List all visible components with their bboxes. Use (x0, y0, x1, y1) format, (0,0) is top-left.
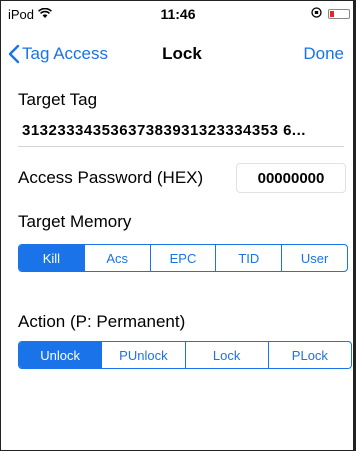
segment-user[interactable]: User (281, 245, 347, 271)
segment-lock[interactable]: Lock (184, 342, 268, 368)
password-label: Access Password (HEX) (18, 168, 204, 187)
target-tag-label: Target Tag (18, 90, 98, 109)
target-tag-value: 31323334353637383931323334353 6... (22, 122, 306, 139)
action-segmented-control: Unlock PUnlock Lock PLock (18, 341, 352, 369)
orientation-lock-icon (311, 6, 322, 21)
done-button[interactable]: Done (303, 44, 344, 64)
status-bar: iPod 11:46 (8, 4, 350, 24)
divider (18, 146, 344, 147)
segment-unlock[interactable]: Unlock (19, 342, 102, 368)
memory-label: Target Memory (18, 212, 132, 231)
memory-segmented-control: Kill Acs EPC TID User (18, 244, 348, 272)
clock: 11:46 (160, 6, 196, 22)
action-label: Action (P: Permanent) (18, 312, 186, 331)
segment-kill[interactable]: Kill (19, 245, 84, 271)
segment-plock[interactable]: PLock (267, 342, 351, 368)
segment-tid[interactable]: TID (215, 245, 281, 271)
segment-epc[interactable]: EPC (149, 245, 216, 271)
segment-punlock[interactable]: PUnlock (101, 342, 184, 368)
navigation-bar: Tag Access Lock Done (0, 32, 356, 76)
status-right (311, 6, 350, 21)
password-field[interactable]: 00000000 (236, 163, 346, 193)
battery-icon (328, 8, 350, 19)
segment-acs[interactable]: Acs (83, 245, 150, 271)
